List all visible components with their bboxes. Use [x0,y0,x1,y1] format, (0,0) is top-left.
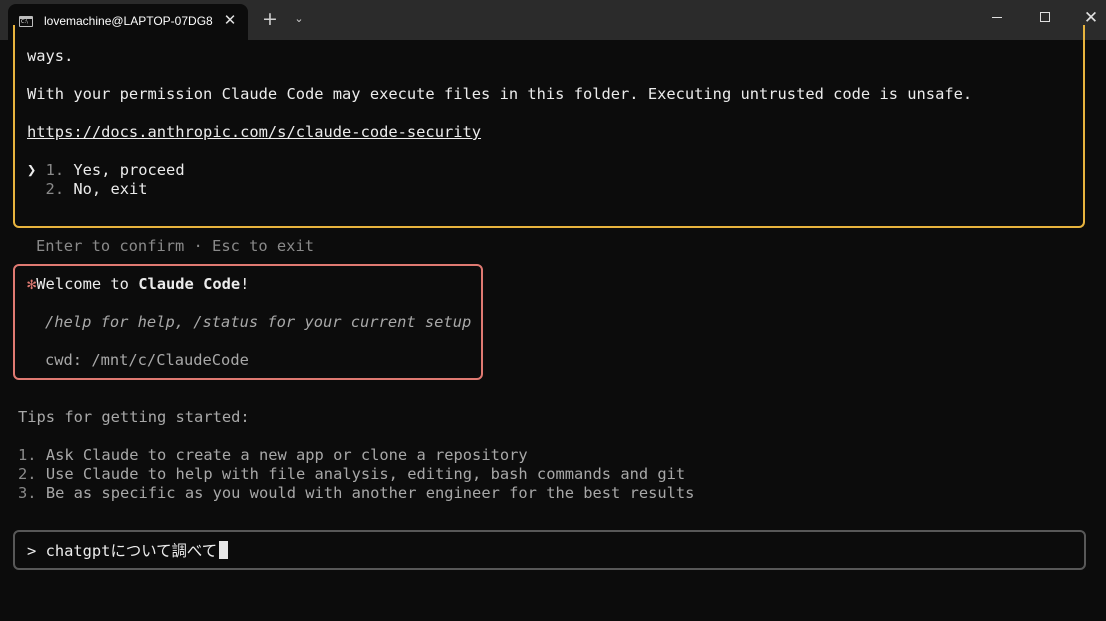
confirm-hint: Enter to confirm · Esc to exit [36,237,314,255]
selector-icon: ❯ [27,161,37,179]
option-label: No, exit [73,180,148,198]
prompt-symbol: > [27,542,37,560]
tip-item: 1. Ask Claude to create a new app or clo… [18,446,528,465]
welcome-prefix: Welcome to [36,275,139,293]
welcome-suffix: ! [240,275,250,293]
prompt-input[interactable]: > chatgptについて調べて [27,541,229,561]
input-value-latin: chatgpt [45,542,111,560]
help-text: /help for help, /status for your current… [45,313,472,331]
tips-heading: Tips for getting started: [18,408,250,426]
option-yes[interactable]: ❯ 1. Yes, proceed [27,161,185,180]
tip-text: Be as specific as you would with another… [45,484,695,502]
minimize-icon[interactable] [992,17,1002,18]
text-cursor [219,541,229,559]
tip-text: Ask Claude to create a new app or clone … [45,446,528,464]
tip-number: 2. [18,465,37,483]
option-no[interactable]: 2. No, exit [27,180,148,199]
tip-text: Use Claude to help with file analysis, e… [45,465,686,483]
trust-text-ways: ways. [27,47,74,65]
tip-item: 3. Be as specific as you would with anot… [18,484,694,503]
product-name: Claude Code [138,275,241,293]
option-label: Yes, proceed [73,161,185,179]
option-number: 1. [45,161,65,179]
option-number: 2. [45,180,65,198]
cwd-text: cwd: /mnt/c/ClaudeCode [45,351,249,369]
permission-text: With your permission Claude Code may exe… [27,85,973,103]
security-link[interactable]: https://docs.anthropic.com/s/claude-code… [27,123,481,142]
tip-number: 1. [18,446,37,464]
tip-number: 3. [18,484,37,502]
tip-item: 2. Use Claude to help with file analysis… [18,465,685,484]
asterisk-icon: ✻ [27,275,37,293]
welcome-title: ✻Welcome to Claude Code! [27,275,249,294]
input-value-jp: について調べて [110,542,218,560]
maximize-icon[interactable] [1040,12,1050,22]
